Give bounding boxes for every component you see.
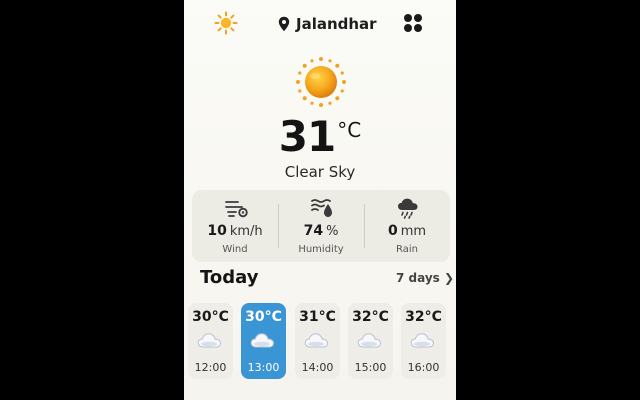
stat-value: 10 km/h bbox=[207, 223, 263, 239]
cloud-icon bbox=[304, 333, 329, 348]
hourly-forecast-card[interactable]: 32°C 16:00 bbox=[401, 303, 446, 379]
sun-icon bbox=[214, 11, 238, 35]
hour-time: 13:00 bbox=[247, 361, 280, 374]
hourly-forecast-card[interactable]: 31°C 14:00 bbox=[295, 303, 340, 379]
top-bar: Jalandhar bbox=[184, 0, 456, 46]
weather-app-screen: Jalandhar 31 °C Clear Sky 10 km/h Wind 7… bbox=[184, 0, 456, 400]
stat-value: 74% bbox=[303, 223, 339, 239]
grid-menu-icon bbox=[404, 14, 422, 32]
hour-time: 16:00 bbox=[407, 361, 440, 374]
stat-value: 0 mm bbox=[387, 223, 427, 239]
weather-condition: Clear Sky bbox=[284, 163, 356, 181]
seven-days-link[interactable]: 7 days ❯ bbox=[396, 271, 454, 285]
hour-temperature: 32°C bbox=[405, 309, 442, 325]
hour-time: 15:00 bbox=[354, 361, 387, 374]
stat-humidity: 74% Humidity bbox=[278, 190, 364, 262]
menu-button[interactable] bbox=[402, 12, 424, 34]
stat-label: Rain bbox=[396, 244, 418, 255]
temperature-value: 31 bbox=[278, 112, 336, 161]
cloud-icon bbox=[197, 333, 222, 348]
hour-temperature: 32°C bbox=[352, 309, 389, 325]
rain-cloud-icon bbox=[398, 198, 418, 219]
current-temperature: 31 °C bbox=[184, 112, 456, 161]
hour-time: 14:00 bbox=[301, 361, 334, 374]
location-selector[interactable]: Jalandhar bbox=[278, 13, 377, 35]
cloud-icon bbox=[357, 333, 382, 348]
hour-temperature: 31°C bbox=[299, 309, 336, 325]
hourly-forecast-card[interactable]: 30°C 12:00 bbox=[188, 303, 233, 379]
stat-rain: 0 mm Rain bbox=[364, 190, 450, 262]
cloud-icon bbox=[250, 333, 275, 348]
hour-time: 12:00 bbox=[194, 361, 227, 374]
wind-icon bbox=[225, 201, 248, 218]
theme-toggle-button[interactable] bbox=[214, 11, 238, 35]
hour-temperature: 30°C bbox=[192, 309, 229, 325]
hour-temperature: 30°C bbox=[245, 309, 282, 325]
hourly-section-title: Today bbox=[200, 267, 259, 288]
hourly-forecast-card[interactable]: 32°C 15:00 bbox=[348, 303, 393, 379]
stat-label: Humidity bbox=[298, 244, 344, 255]
cloud-icon bbox=[410, 333, 435, 348]
stat-label: Wind bbox=[222, 244, 248, 255]
temperature-unit: °C bbox=[337, 118, 362, 142]
weather-sun-icon bbox=[294, 55, 348, 109]
hourly-forecast-card-selected[interactable]: 30°C 13:00 bbox=[241, 303, 286, 379]
weather-stats-card: 10 km/h Wind 74% Humidity 0 mm Rain bbox=[192, 190, 450, 262]
sun-icon bbox=[296, 57, 346, 107]
location-pin-icon bbox=[278, 16, 290, 32]
humidity-icon bbox=[311, 199, 332, 217]
stat-wind: 10 km/h Wind bbox=[192, 190, 278, 262]
location-name: Jalandhar bbox=[296, 15, 377, 33]
